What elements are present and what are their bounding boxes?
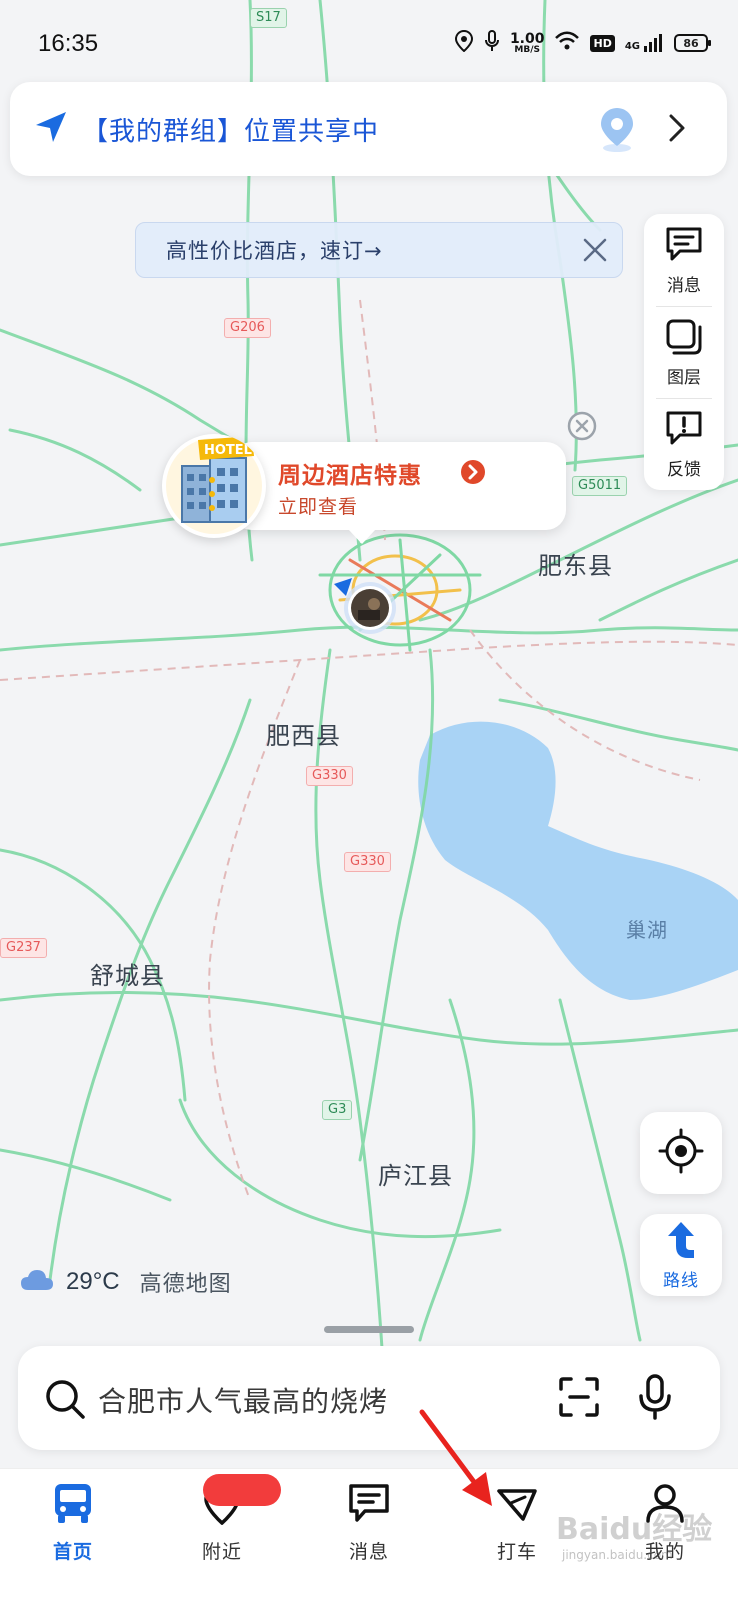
route-arrow-icon bbox=[664, 1220, 698, 1264]
weather-widget: 29°C 高德地图 bbox=[20, 1266, 232, 1298]
lake-label-chaohu: 巢湖 bbox=[626, 918, 668, 942]
hotel-badge-text: HOTEL bbox=[204, 443, 252, 458]
message-icon bbox=[347, 1481, 391, 1529]
taxi-icon bbox=[495, 1481, 539, 1529]
scan-icon[interactable] bbox=[558, 1376, 600, 1422]
watermark: Baidu经验 jingyan.baidu.com bbox=[556, 1504, 712, 1562]
nav-label: 打车 bbox=[496, 1541, 537, 1563]
place-label-feixi: 肥西县 bbox=[266, 722, 341, 750]
promo-subtitle: 立即查看 bbox=[278, 496, 359, 518]
promo-close-icon[interactable] bbox=[566, 410, 598, 446]
nav-home[interactable]: 首页 bbox=[18, 1481, 128, 1581]
close-icon[interactable] bbox=[582, 237, 608, 267]
road-shield: G3 bbox=[322, 1100, 353, 1120]
status-icons: 1.00 MB/S HD 4G 86 bbox=[454, 29, 711, 56]
promo-title: 周边酒店特惠 bbox=[278, 463, 422, 489]
group-location-share-banner[interactable]: 【我的群组】位置共享中 bbox=[10, 82, 727, 176]
tool-layers[interactable]: 图层 bbox=[644, 306, 724, 398]
watermark-url: jingyan.baidu.com bbox=[562, 1548, 673, 1562]
cloud-icon bbox=[20, 1268, 54, 1296]
group-banner-title: 【我的群组】位置共享中 bbox=[82, 116, 380, 147]
location-pin-icon bbox=[597, 106, 637, 156]
arrow-right-circle-icon bbox=[460, 459, 486, 489]
map-brand: 高德地图 bbox=[139, 1272, 232, 1297]
nav-messages[interactable]: 消息 bbox=[314, 1481, 424, 1581]
bus-icon bbox=[51, 1481, 95, 1529]
user-location-marker[interactable] bbox=[330, 578, 400, 642]
location-status-icon bbox=[454, 29, 474, 56]
route-button[interactable]: 路线 bbox=[640, 1214, 722, 1296]
nav-label: 首页 bbox=[52, 1541, 93, 1563]
road-shield: G5011 bbox=[572, 476, 628, 496]
speed-unit: MB/S bbox=[514, 44, 540, 55]
tool-label: 消息 bbox=[667, 275, 701, 296]
crosshair-icon bbox=[658, 1128, 704, 1178]
navigation-arrow-icon bbox=[34, 110, 68, 148]
signal-icon: 4G bbox=[625, 34, 664, 52]
wifi-icon bbox=[554, 31, 580, 55]
place-label-shucheng: 舒城县 bbox=[90, 962, 165, 990]
road-shield: G206 bbox=[224, 318, 271, 338]
temperature: 29°C bbox=[66, 1268, 120, 1295]
network-type: 4G bbox=[624, 41, 640, 52]
sheet-drag-handle[interactable] bbox=[324, 1326, 414, 1333]
feedback-icon bbox=[664, 409, 704, 451]
tool-feedback[interactable]: 反馈 bbox=[644, 398, 724, 490]
road-shield: G330 bbox=[344, 852, 391, 872]
microphone-status-icon bbox=[484, 30, 500, 56]
place-label-feidong: 肥东县 bbox=[538, 552, 613, 580]
hotel-booking-tip[interactable]: 高性价比酒店，速订→ bbox=[135, 222, 623, 278]
watermark-logo: Baidu经验 bbox=[556, 1512, 713, 1547]
search-bar[interactable]: 合肥市人气最高的烧烤 bbox=[18, 1346, 720, 1450]
voice-search-icon[interactable] bbox=[638, 1374, 672, 1424]
battery-indicator: 86 bbox=[674, 34, 711, 52]
status-time: 16:35 bbox=[38, 30, 99, 57]
chevron-right-icon[interactable] bbox=[667, 112, 687, 148]
speed-value: 1.00 bbox=[509, 30, 545, 47]
tool-messages[interactable]: 消息 bbox=[644, 214, 724, 306]
hotel-building-icon[interactable]: HOTEL bbox=[162, 434, 266, 538]
locate-me-button[interactable] bbox=[640, 1112, 722, 1194]
search-icon bbox=[44, 1378, 86, 1424]
hotel-tip-text: 高性价比酒店，速订→ bbox=[166, 239, 383, 263]
road-shield: G237 bbox=[0, 938, 47, 958]
map-tool-panel: 消息 图层 反馈 bbox=[644, 214, 724, 490]
hotel-promo-bubble[interactable]: 周边酒店特惠 立即查看 bbox=[232, 442, 566, 544]
nav-label: 附近 bbox=[201, 1541, 242, 1563]
place-label-lujiang: 庐江县 bbox=[378, 1162, 453, 1190]
layers-icon bbox=[664, 317, 704, 359]
message-icon bbox=[664, 225, 704, 267]
network-speed: 1.00 MB/S bbox=[510, 32, 545, 55]
search-input[interactable]: 合肥市人气最高的烧烤 bbox=[98, 1380, 388, 1420]
road-shield: G330 bbox=[306, 766, 353, 786]
route-label: 路线 bbox=[663, 1270, 699, 1291]
tool-label: 图层 bbox=[667, 367, 701, 388]
nearby-notification-badge bbox=[203, 1474, 281, 1506]
tool-label: 反馈 bbox=[667, 459, 701, 480]
nav-label: 消息 bbox=[348, 1541, 389, 1563]
hd-badge: HD bbox=[590, 34, 615, 52]
status-bar: 16:35 1.00 MB/S HD 4G 86 bbox=[0, 0, 738, 90]
